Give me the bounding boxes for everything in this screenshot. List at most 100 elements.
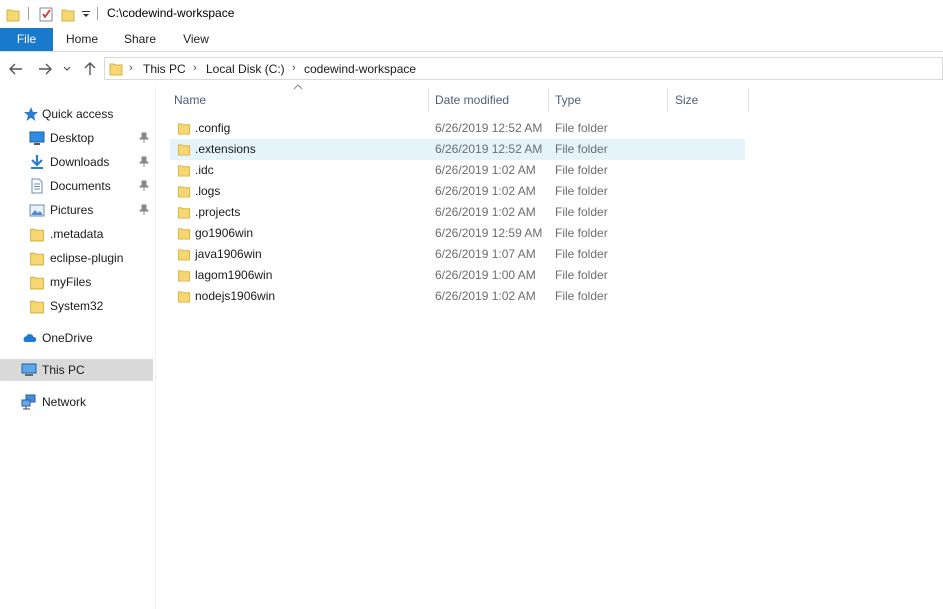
nav-label: OneDrive <box>42 331 93 345</box>
column-header-date[interactable]: Date modified <box>431 88 547 112</box>
file-row[interactable]: nodejs1906win 6/26/2019 1:02 AM File fol… <box>170 286 745 307</box>
nav-label: Desktop <box>50 131 95 145</box>
network-icon <box>21 394 36 410</box>
breadcrumb-local-disk[interactable]: Local Disk (C:) <box>206 62 285 76</box>
column-headers: Name Date modified Type Size <box>170 88 750 112</box>
nav-item-this-pc[interactable]: This PC <box>0 359 153 381</box>
file-row[interactable]: .logs 6/26/2019 1:02 AM File folder <box>170 181 745 202</box>
folder-icon <box>177 186 191 198</box>
nav-item-eclipse-plugin[interactable]: eclipse-plugin <box>0 247 153 269</box>
file-row[interactable]: .idc 6/26/2019 1:02 AM File folder <box>170 160 745 181</box>
back-button[interactable] <box>6 59 26 79</box>
file-row[interactable]: .projects 6/26/2019 1:02 AM File folder <box>170 202 745 223</box>
file-type: File folder <box>555 142 608 156</box>
file-row[interactable]: java1906win 6/26/2019 1:07 AM File folde… <box>170 244 745 265</box>
nav-item-metadata[interactable]: .metadata <box>0 223 153 245</box>
file-row[interactable]: go1906win 6/26/2019 12:59 AM File folder <box>170 223 745 244</box>
folder-icon <box>177 165 191 177</box>
nav-item-desktop[interactable]: Desktop <box>0 127 153 149</box>
up-button[interactable] <box>80 59 100 79</box>
file-row[interactable]: .extensions 6/26/2019 12:52 AM File fold… <box>170 139 745 160</box>
address-bar[interactable]: › This PC › Local Disk (C:) › codewind-w… <box>104 57 943 80</box>
column-header-type[interactable]: Type <box>551 88 666 112</box>
nav-item-downloads[interactable]: Downloads <box>0 151 153 173</box>
folder-icon <box>30 228 44 242</box>
star-icon <box>24 107 38 121</box>
file-date: 6/26/2019 12:52 AM <box>435 142 543 156</box>
pin-icon[interactable] <box>139 180 149 192</box>
file-name: java1906win <box>195 247 262 261</box>
file-date: 6/26/2019 12:52 AM <box>435 121 543 135</box>
file-name: .logs <box>195 184 221 198</box>
pin-icon[interactable] <box>139 204 149 216</box>
nav-item-onedrive[interactable]: OneDrive <box>0 327 153 349</box>
tab-file[interactable]: File <box>0 28 53 51</box>
pin-icon[interactable] <box>139 132 149 144</box>
nav-label: This PC <box>42 363 85 377</box>
file-date: 6/26/2019 1:07 AM <box>435 247 536 261</box>
ribbon-tabs: File Home Share View <box>0 28 943 52</box>
nav-item-documents[interactable]: Documents <box>0 175 153 197</box>
nav-item-network[interactable]: Network <box>0 391 153 413</box>
column-header-name[interactable]: Name <box>170 88 428 112</box>
folder-icon <box>6 5 20 23</box>
breadcrumb-this-pc[interactable]: This PC <box>143 62 186 76</box>
computer-icon <box>21 363 37 376</box>
file-row[interactable]: lagom1906win 6/26/2019 1:00 AM File fold… <box>170 265 745 286</box>
file-type: File folder <box>555 163 608 177</box>
file-type: File folder <box>555 289 608 303</box>
column-divider[interactable] <box>428 88 429 112</box>
back-arrow-icon <box>9 63 22 75</box>
new-folder-icon[interactable] <box>61 5 75 23</box>
column-header-size[interactable]: Size <box>671 88 747 112</box>
tab-share[interactable]: Share <box>116 28 164 51</box>
column-divider[interactable] <box>748 88 749 112</box>
up-arrow-icon <box>84 62 96 75</box>
file-row[interactable]: .config 6/26/2019 12:52 AM File folder <box>170 118 745 139</box>
pin-icon[interactable] <box>139 156 149 168</box>
folder-icon <box>177 144 191 156</box>
file-type: File folder <box>555 247 608 261</box>
cloud-icon <box>23 334 37 342</box>
breadcrumb-codewind-workspace[interactable]: codewind-workspace <box>304 62 416 76</box>
tab-home[interactable]: Home <box>58 28 106 51</box>
nav-item-system32[interactable]: System32 <box>0 295 153 317</box>
recent-locations-button[interactable] <box>60 59 74 79</box>
nav-label: Pictures <box>50 203 94 217</box>
downloads-icon <box>31 155 43 169</box>
breadcrumb-separator: › <box>292 62 296 74</box>
properties-icon[interactable] <box>38 5 54 23</box>
file-date: 6/26/2019 1:00 AM <box>435 268 536 282</box>
file-name: .extensions <box>195 142 256 156</box>
forward-button[interactable] <box>35 59 55 79</box>
file-name: .idc <box>195 163 214 177</box>
nav-label: .metadata <box>50 227 104 241</box>
file-name: .projects <box>195 205 241 219</box>
tab-view[interactable]: View <box>173 28 219 51</box>
folder-icon <box>109 63 123 76</box>
file-name: go1906win <box>195 226 254 240</box>
folder-icon <box>177 291 191 303</box>
nav-item-myfiles[interactable]: myFiles <box>0 271 153 293</box>
file-name: lagom1906win <box>195 268 273 282</box>
column-divider[interactable] <box>667 88 668 112</box>
column-divider[interactable] <box>548 88 549 112</box>
folder-icon <box>30 252 44 266</box>
customize-toolbar-icon[interactable] <box>82 5 90 23</box>
file-type: File folder <box>555 268 608 282</box>
pictures-icon <box>29 204 45 217</box>
folder-icon <box>30 300 44 314</box>
title-bar: C:\codewind-workspace <box>0 0 943 28</box>
folder-icon <box>177 270 191 282</box>
file-date: 6/26/2019 1:02 AM <box>435 205 536 219</box>
nav-label: Quick access <box>42 107 114 121</box>
folder-icon <box>30 276 44 290</box>
nav-item-pictures[interactable]: Pictures <box>0 199 153 221</box>
breadcrumb-separator: › <box>193 62 197 74</box>
forward-arrow-icon <box>39 63 52 75</box>
nav-quick-access[interactable]: Quick access <box>0 103 153 125</box>
nav-label: Documents <box>50 179 111 193</box>
desktop-icon <box>29 131 45 145</box>
file-name: .config <box>195 121 231 135</box>
file-type: File folder <box>555 205 608 219</box>
